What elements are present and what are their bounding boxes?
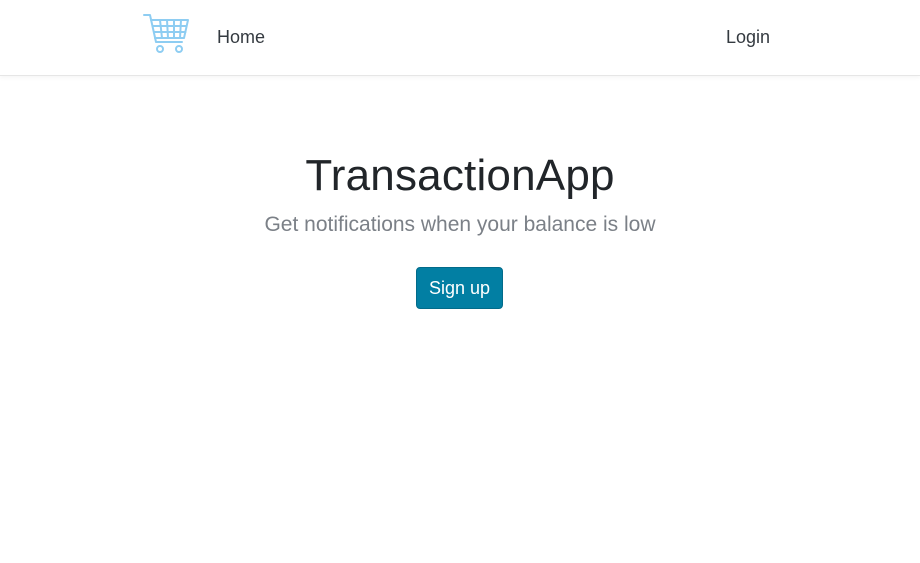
nav-login-link[interactable]: Login xyxy=(726,26,770,48)
brand-logo-link[interactable] xyxy=(142,12,190,56)
page-title: TransactionApp xyxy=(305,151,615,200)
shopping-cart-icon xyxy=(143,14,189,53)
nav-home-link[interactable]: Home xyxy=(217,26,265,48)
navbar: Home Login xyxy=(0,0,920,76)
signup-button[interactable]: Sign up xyxy=(416,267,503,309)
hero-subtitle: Get notifications when your balance is l… xyxy=(264,213,656,236)
